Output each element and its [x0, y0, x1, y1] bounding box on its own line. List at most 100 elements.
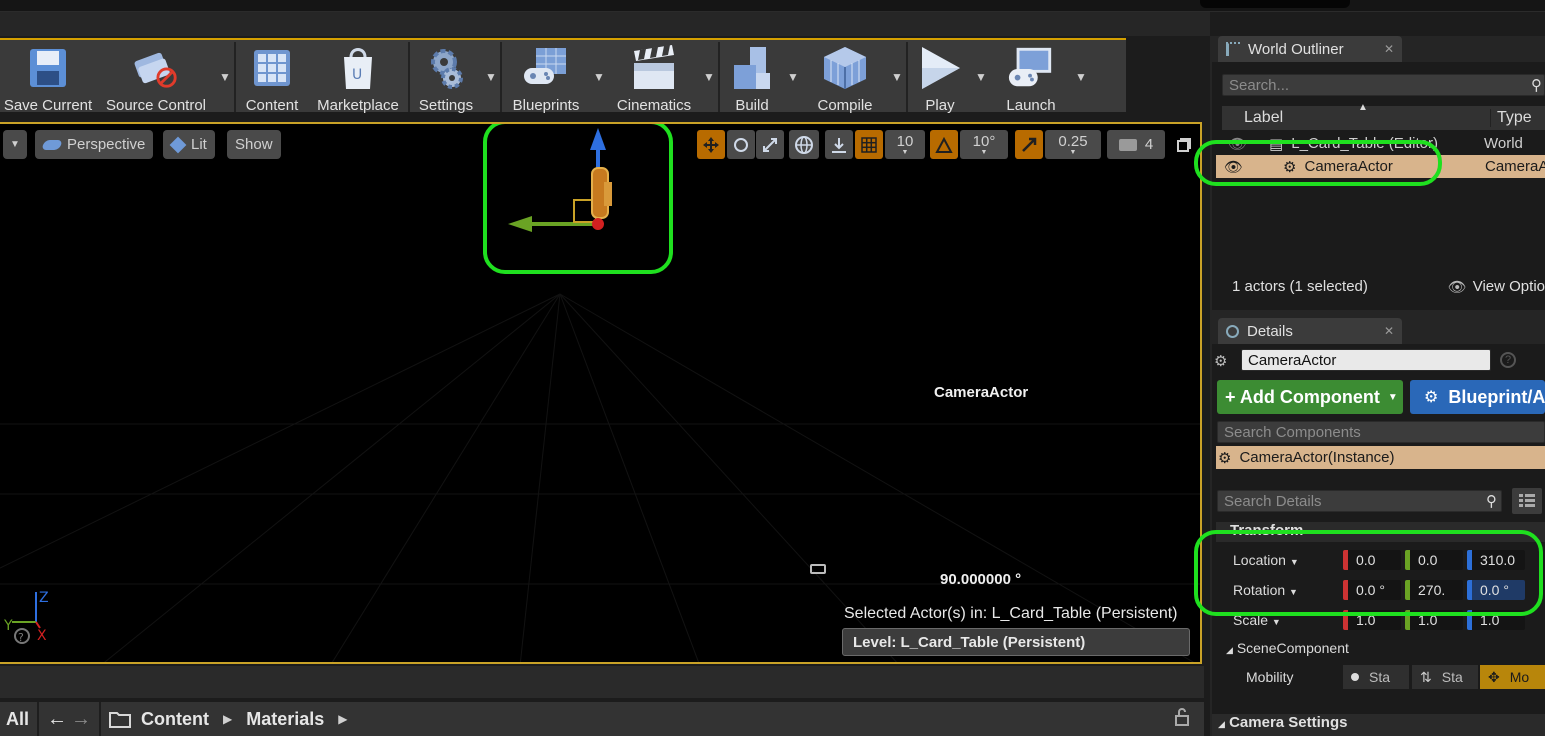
build-button[interactable]: Build	[720, 40, 784, 114]
settings-button[interactable]: Settings	[410, 40, 482, 114]
blueprints-button[interactable]: Blueprints	[502, 40, 590, 114]
build-dropdown[interactable]: ▼	[784, 40, 802, 114]
marketplace-bag-icon: U	[334, 44, 382, 91]
svg-text:X: X	[37, 628, 47, 644]
camera-speed-icon	[1118, 138, 1137, 151]
save-current-button[interactable]: Save Current	[0, 40, 96, 114]
camera-settings-section-header[interactable]: ◢ Camera Settings	[1212, 714, 1545, 736]
lit-cube-icon	[169, 136, 187, 153]
chevron-down-icon: ▼	[10, 139, 20, 150]
close-icon[interactable]: ✕	[1384, 324, 1394, 338]
settings-dropdown[interactable]: ▼	[482, 40, 500, 114]
grid-snap-value[interactable]: 10 ▼	[885, 130, 925, 159]
component-instance-row[interactable]: ⚙ CameraActor(Instance)	[1216, 446, 1545, 469]
view-options-button[interactable]: 👁 View Optio	[1448, 278, 1545, 296]
translate-tool-icon[interactable]	[697, 130, 725, 159]
column-type-header[interactable]: Type	[1490, 109, 1532, 127]
history-forward-icon[interactable]: →	[71, 708, 91, 731]
surface-snap-icon[interactable]	[825, 130, 853, 159]
play-button[interactable]: Play	[908, 40, 972, 114]
source-control-dropdown[interactable]: ▼	[216, 40, 234, 114]
rotation-snap-icon[interactable]	[930, 130, 958, 159]
show-label: Show	[235, 136, 273, 153]
content-browser-path-bar: All ← → Content ▶ Materials ▶	[0, 702, 1204, 736]
compile-dropdown[interactable]: ▼	[888, 40, 906, 114]
tab-details[interactable]: Details ✕	[1218, 318, 1402, 344]
tab-world-outliner[interactable]: World Outliner ✕	[1218, 36, 1402, 62]
chevron-down-icon: ▼	[1271, 617, 1281, 627]
axis-indicator: Z Y X ?	[4, 590, 49, 644]
svg-text:U: U	[352, 67, 362, 83]
viewport-options-button[interactable]: ▼	[3, 130, 27, 159]
lit-button[interactable]: Lit	[163, 130, 215, 159]
gears-icon	[422, 44, 470, 91]
lock-icon[interactable]	[1174, 707, 1190, 731]
history-back-icon[interactable]: ←	[47, 708, 67, 731]
perspective-button[interactable]: Perspective	[35, 130, 154, 159]
launch-icon	[1007, 44, 1055, 91]
rotation-snap-value[interactable]: 10° ▼	[960, 130, 1008, 159]
property-matrix-icon[interactable]	[1512, 488, 1542, 514]
add-component-button[interactable]: + Add Component ▼	[1217, 380, 1403, 414]
chevron-down-icon: ▼	[1069, 148, 1077, 156]
show-button[interactable]: Show	[227, 130, 281, 159]
search-icon: ⚲	[1531, 77, 1542, 94]
blueprints-dropdown[interactable]: ▼	[590, 40, 608, 114]
details-magnifier-icon	[1226, 324, 1239, 338]
play-dropdown[interactable]: ▼	[972, 40, 990, 114]
search-details-input[interactable]: Search Details ⚲	[1217, 490, 1502, 512]
breadcrumb-materials[interactable]: Materials	[246, 709, 324, 730]
scale-snap-value[interactable]: 0.25 ▼	[1045, 130, 1101, 159]
unreal-editor-window: Save Current Source Control ▼ Content U …	[0, 0, 1545, 736]
launch-button[interactable]: Launch	[990, 40, 1072, 114]
scene-component-section-header[interactable]: ◢ SceneComponent	[1226, 640, 1349, 656]
cinematics-button[interactable]: Cinematics	[608, 40, 700, 114]
marketplace-button[interactable]: U Marketplace	[308, 40, 408, 114]
all-filter-button[interactable]: All	[6, 709, 29, 730]
floppy-disk-icon	[24, 44, 72, 91]
grid-snap-icon[interactable]	[855, 130, 883, 159]
stationary-icon: ⇅	[1420, 668, 1432, 685]
content-button[interactable]: Content	[236, 40, 308, 114]
mobility-movable-option[interactable]: ✥ Mo	[1480, 665, 1545, 689]
rotate-tool-icon[interactable]	[727, 130, 755, 159]
source-control-button[interactable]: Source Control	[96, 40, 216, 114]
cinematics-dropdown[interactable]: ▼	[700, 40, 718, 114]
launch-dropdown[interactable]: ▼	[1072, 40, 1090, 114]
mobility-stationary-option[interactable]: ⇅ Sta	[1412, 665, 1478, 689]
outliner-status-bar: 1 actors (1 selected) 👁 View Optio	[1232, 277, 1545, 296]
help-icon[interactable]: ?	[1500, 352, 1516, 368]
outliner-search-input[interactable]: Search... ⚲	[1222, 74, 1545, 96]
chevron-down-icon: ▼	[980, 148, 988, 156]
level-viewport[interactable]: ▼ Perspective Lit Show 10 ▼ 10° ▼ 0.25 ▼…	[0, 122, 1202, 664]
perspective-label: Perspective	[67, 136, 146, 153]
gears-icon: ⚙	[1424, 389, 1439, 406]
blueprint-script-button[interactable]: ⚙ Blueprint/A	[1410, 380, 1545, 414]
static-dot-icon	[1351, 673, 1359, 681]
menu-bar	[0, 12, 1210, 36]
search-components-input[interactable]: Search Components	[1217, 421, 1545, 443]
breadcrumb-arrow-icon[interactable]: ▶	[223, 712, 232, 726]
actor-name-field[interactable]: CameraActor	[1241, 349, 1491, 371]
scale-tool-icon[interactable]	[756, 130, 784, 159]
outliner-column-header: Label ▲ Type	[1222, 102, 1545, 130]
camera-actor-icon: ⚙	[1214, 353, 1228, 370]
close-icon[interactable]: ✕	[1384, 42, 1394, 56]
title-bar	[0, 0, 1545, 12]
play-icon	[916, 44, 964, 91]
compile-button[interactable]: Compile	[802, 40, 888, 114]
camera-speed-button[interactable]: 4	[1107, 130, 1165, 159]
search-icon: ⚲	[1486, 493, 1497, 510]
main-toolbar: Save Current Source Control ▼ Content U …	[0, 38, 1126, 114]
column-label-header[interactable]: Label	[1244, 109, 1283, 127]
breadcrumb-content[interactable]: Content	[141, 709, 209, 730]
breadcrumb-arrow-icon[interactable]: ▶	[338, 712, 347, 726]
maximize-viewport-icon[interactable]	[1172, 130, 1196, 159]
lit-label: Lit	[191, 136, 207, 153]
svg-text:?: ?	[18, 631, 24, 644]
perspective-icon	[41, 139, 63, 150]
world-local-globe-icon[interactable]	[789, 130, 819, 159]
scale-snap-icon[interactable]	[1015, 130, 1043, 159]
mobility-static-option[interactable]: Sta	[1343, 665, 1409, 689]
svg-text:Z: Z	[39, 590, 49, 606]
